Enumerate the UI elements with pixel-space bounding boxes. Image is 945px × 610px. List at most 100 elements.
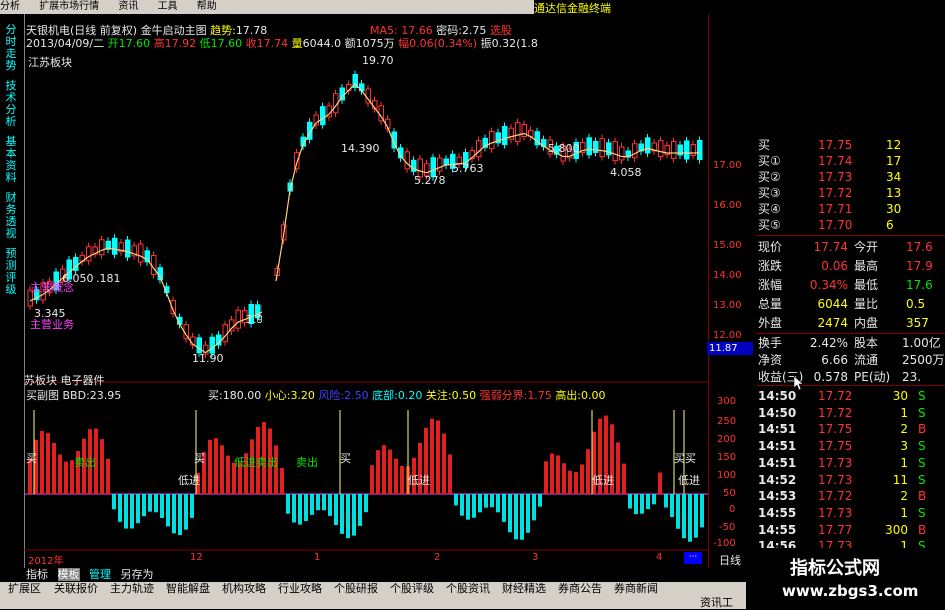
bid-vol-partial: 12 (886, 138, 902, 152)
stat-label: 最高 (854, 259, 879, 273)
nav-related-quotes[interactable]: 关联报价 (54, 582, 98, 596)
nav-stock-rating[interactable]: 个股评级 (390, 582, 434, 596)
sidebar-tab-intraday[interactable]: 分时走势 (3, 24, 19, 72)
tick-time: 14:50 (758, 405, 797, 420)
bbd-bar (526, 494, 530, 533)
bid-label-partial: 买 (758, 138, 771, 152)
nav-institution[interactable]: 机构攻略 (222, 582, 266, 596)
axis-tick-13: 13.00 (713, 300, 742, 311)
bbd-bar (220, 445, 224, 494)
nav-info-tools[interactable]: 资讯工 (700, 596, 733, 610)
tick-volume: 300 (885, 522, 908, 537)
sidebar-tab-forecast[interactable]: 预测评级 (3, 248, 19, 296)
bid-price: 17.71 (818, 202, 853, 216)
bid-row: 买② 17.73 34 (756, 169, 945, 185)
bbd-bar (304, 494, 308, 521)
stat-value: 17.9 (906, 259, 933, 273)
bbd-bar (130, 494, 134, 529)
period-label-daily[interactable]: 日线 (719, 552, 741, 568)
tick-row: 14:53 17.72 2 B (756, 488, 945, 504)
bbd-bar (100, 439, 104, 494)
axis-tick-0: 0 (729, 504, 736, 515)
time-label-2: 2 (434, 552, 441, 563)
menu-item-analysis[interactable]: 分析 (0, 1, 20, 12)
tick-row: 14:50 17.72 1 S (756, 405, 945, 421)
stat-value: 1.00亿 (902, 336, 941, 350)
divider (756, 385, 945, 386)
price-label-4-058: 4.058 (610, 166, 642, 179)
axis-tick-150: 150 (717, 452, 737, 463)
menu-item-info[interactable]: 资讯 (118, 1, 138, 12)
bbd-bar (352, 494, 356, 536)
bbd-bar (634, 494, 638, 515)
sidebar-tab-fundamentals[interactable]: 基本资料 (3, 136, 19, 184)
bbd-bar (490, 494, 494, 508)
stat-value: 0.5 (906, 297, 926, 311)
scroll-more-button[interactable]: ··· (684, 552, 702, 564)
nav-ext-area[interactable]: 扩展区 (8, 582, 41, 596)
stat-label: 涨跌 (758, 259, 783, 273)
tab-indicator[interactable]: 指标 (26, 568, 48, 581)
stat-label: 外盘 (758, 316, 783, 330)
sidebar-tab-technical[interactable]: 技术分析 (3, 80, 19, 128)
tick-row: 14:55 17.73 1 S (756, 505, 945, 521)
stat-value: 6.66 (821, 353, 848, 367)
bbd-bar (316, 494, 320, 511)
nav-broker-notice[interactable]: 券商公告 (558, 582, 602, 596)
menu-item-ext-market[interactable]: 扩展市场行情 (39, 1, 99, 12)
menu-item-help[interactable]: 帮助 (197, 1, 217, 12)
tag-main-business[interactable]: 主营业务 (30, 316, 74, 332)
bid-volume: 13 (886, 186, 902, 200)
bbd-bar (580, 464, 584, 494)
stat-value: 2.42% (809, 336, 848, 350)
tick-direction: S (918, 455, 926, 470)
candle-body (658, 140, 664, 158)
bbd-bar (184, 494, 188, 530)
tick-price: 17.77 (818, 522, 853, 537)
nav-finance-picks[interactable]: 财经精选 (502, 582, 546, 596)
tab-save-as[interactable]: 另存为 (121, 568, 154, 581)
bottom-label: 底部: (372, 389, 398, 402)
candle-body (593, 140, 599, 153)
bbd-bar (472, 494, 476, 518)
nav-main-force[interactable]: 主力轨迹 (110, 582, 154, 596)
high-label: 高 (153, 37, 165, 50)
candle-body (599, 138, 605, 158)
bbd-bar (364, 494, 368, 513)
nav-stock-research[interactable]: 个股研报 (334, 582, 378, 596)
nav-smart-analysis[interactable]: 智能解盘 (166, 582, 210, 596)
tag-main-concept[interactable]: 主营概念 (30, 279, 74, 295)
bbd-bar (496, 494, 500, 513)
bbd-bar (214, 438, 218, 494)
bid-row-partial: 买 17.75 12 (756, 137, 945, 153)
bbd-bar (346, 494, 350, 539)
stat-value: 17.6 (906, 240, 933, 254)
candle-body (684, 140, 690, 160)
price-label-14-390: 14.390 (341, 142, 380, 155)
tab-template[interactable]: 模板 (57, 568, 80, 581)
menu-item-tools[interactable]: 工具 (158, 1, 178, 12)
bbd-bar (106, 458, 110, 494)
stat-row: 涨跌 0.06 最高 17.9 (756, 258, 945, 274)
sidebar-tab-finance[interactable]: 财务透视 (3, 192, 19, 240)
volume-label: 量 (291, 37, 303, 50)
time-label-1: 1 (314, 552, 321, 563)
nav-stock-news[interactable]: 个股资讯 (446, 582, 490, 596)
bid-row: 买① 17.74 17 (756, 153, 945, 169)
tab-manage[interactable]: 管理 (89, 568, 111, 581)
nav-broker-news[interactable]: 券商新闻 (614, 582, 658, 596)
tick-price: 17.72 (818, 389, 853, 403)
tick-volume: 1 (900, 505, 908, 520)
careful-label: 小心: (264, 389, 291, 402)
watch-label: 关注: (425, 389, 452, 402)
candle-body (320, 106, 326, 126)
signal-low-in-4: 低进 (678, 474, 700, 487)
watermark-url: www.zbgs3.com (782, 582, 919, 600)
nav-industry[interactable]: 行业攻略 (278, 582, 322, 596)
candle-body (294, 152, 300, 170)
bbd-bar (142, 494, 146, 517)
tick-price: 17.75 (818, 422, 853, 437)
bbd-bar (118, 494, 122, 522)
bid-volume: 17 (886, 154, 902, 168)
stat-value: 23. (902, 370, 922, 384)
